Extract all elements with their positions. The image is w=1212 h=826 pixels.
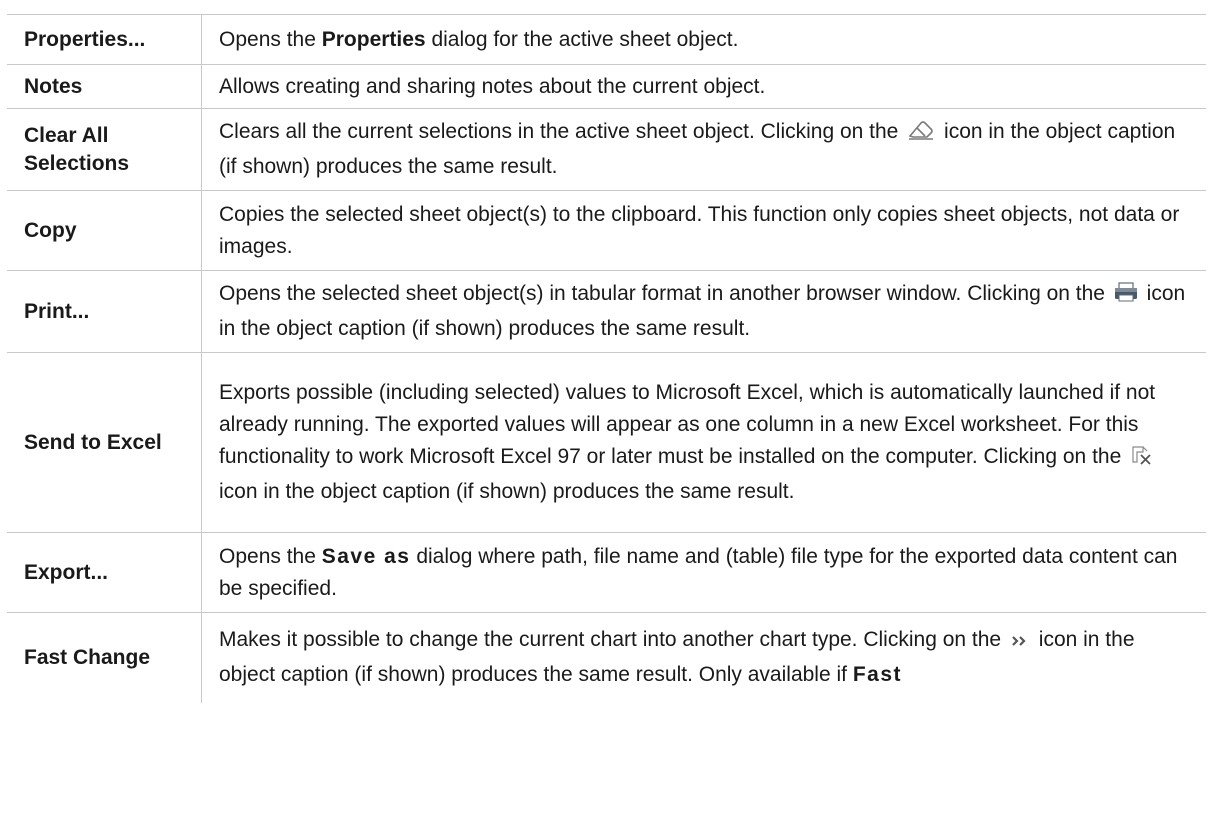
command-description: Makes it possible to change the current … <box>201 612 1206 703</box>
command-name: Export... <box>7 532 202 613</box>
description-text: Makes it possible to change the current … <box>219 628 1135 686</box>
printer-icon <box>1114 281 1138 313</box>
command-description: Exports possible (including selected) va… <box>201 352 1206 533</box>
table-row: Copy Copies the selected sheet object(s) … <box>7 190 1206 271</box>
text-run: Opens the <box>219 27 322 51</box>
text-run: Exports possible (including selected) va… <box>219 381 1156 468</box>
command-description: Opens the Save as dialog where path, fil… <box>201 532 1206 613</box>
description-text: Opens the Properties dialog for the acti… <box>219 28 738 51</box>
command-description: Opens the Properties dialog for the acti… <box>201 14 1206 65</box>
command-name: Fast Change <box>7 612 202 703</box>
table-row: Clear All Selections Clears all the curre… <box>7 108 1206 191</box>
command-name: Properties... <box>7 14 202 65</box>
table-row: Print... Opens the selected sheet object(… <box>7 270 1206 353</box>
command-description: Opens the selected sheet object(s) in ta… <box>201 270 1206 353</box>
table-row: Send to Excel Exports possible (including… <box>7 352 1206 533</box>
description-text: Exports possible (including selected) va… <box>219 381 1159 503</box>
command-description: Copies the selected sheet object(s) to t… <box>201 190 1206 271</box>
emphasized-term: Save as <box>321 544 411 568</box>
command-table-body: Properties... Opens the Properties dialog… <box>7 14 1206 703</box>
eraser-icon <box>907 119 935 151</box>
fast-change-icon <box>1010 627 1030 659</box>
command-name: Send to Excel <box>7 352 202 533</box>
description-text: Copies the selected sheet object(s) to t… <box>219 203 1179 258</box>
text-run: icon in the object caption (if shown) pr… <box>219 480 795 503</box>
table-row: Fast Change Makes it possible to change t… <box>7 612 1206 703</box>
command-table: Properties... Opens the Properties dialog… <box>7 14 1206 703</box>
command-name: Notes <box>7 64 202 109</box>
description-text: Opens the selected sheet object(s) in ta… <box>219 282 1185 340</box>
text-run: Opens the <box>219 544 322 568</box>
table-row: Export... Opens the Save as dialog where … <box>7 532 1206 613</box>
command-name: Clear All Selections <box>7 108 202 191</box>
excel-export-icon <box>1130 444 1156 476</box>
command-description: Allows creating and sharing notes about … <box>201 64 1206 109</box>
emphasized-term: Properties <box>321 27 426 51</box>
text-run: Copies the selected sheet object(s) to t… <box>219 202 1180 258</box>
text-run: Opens the selected sheet object(s) in ta… <box>219 282 1111 305</box>
text-run: Clears all the current selections in the… <box>219 120 905 143</box>
emphasized-term: Fast <box>852 663 903 687</box>
description-text: Allows creating and sharing notes about … <box>219 75 765 98</box>
command-name: Copy <box>7 190 202 271</box>
description-text: Opens the Save as dialog where path, fil… <box>219 545 1177 600</box>
description-text: Clears all the current selections in the… <box>219 120 1175 178</box>
text-run: Makes it possible to change the current … <box>219 628 1007 652</box>
table-row: Notes Allows creating and sharing notes a… <box>7 64 1206 109</box>
command-name: Print... <box>7 270 202 353</box>
text-run: dialog for the active sheet object. <box>425 27 739 51</box>
table-row: Properties... Opens the Properties dialog… <box>7 14 1206 65</box>
command-description: Clears all the current selections in the… <box>201 108 1206 191</box>
text-run: Allows creating and sharing notes about … <box>219 74 766 98</box>
